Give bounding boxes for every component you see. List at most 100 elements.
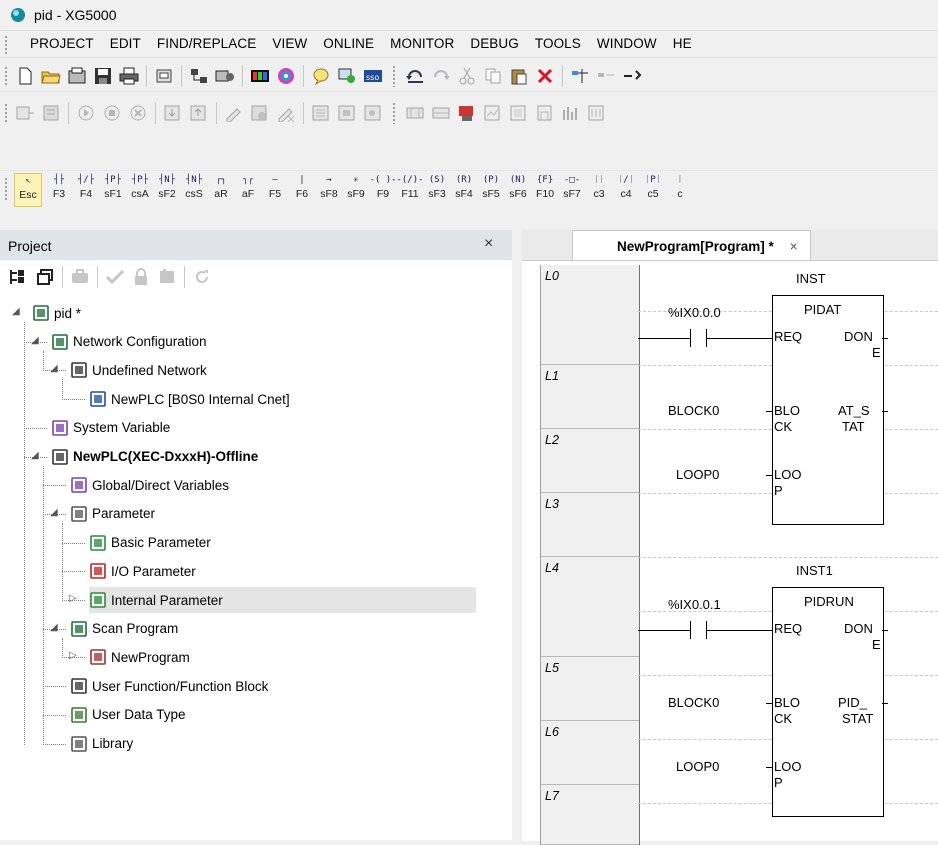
trend-monitor-icon[interactable] — [482, 102, 504, 124]
connect-icon[interactable] — [214, 65, 236, 87]
ladder-canvas[interactable]: INST PIDAT %IX0.0.0 REQ DON E BLOCK0 BLO CK AT_S T… — [638, 265, 938, 845]
tree-item-user-function-function-block[interactable]: User Function/Function Block — [70, 673, 268, 699]
line-number-cell[interactable]: L5 — [541, 657, 639, 721]
io-scan-icon[interactable] — [586, 102, 608, 124]
collapse-arrow-icon[interactable]: ◢ — [12, 306, 20, 317]
fkey-af[interactable]: ┐┌ aF — [235, 173, 261, 205]
comment-icon[interactable] — [310, 65, 332, 87]
variable-monitor-icon[interactable] — [362, 102, 384, 124]
read-icon[interactable] — [188, 102, 210, 124]
plc-connect-icon[interactable] — [40, 102, 62, 124]
user-monitor-icon[interactable] — [336, 65, 358, 87]
line-number-cell[interactable]: L3 — [541, 493, 639, 557]
fkey-f6[interactable]: | F6 — [289, 173, 315, 205]
device-monitor-icon[interactable] — [404, 102, 426, 124]
fkey-sf5[interactable]: (P) sF5 — [478, 173, 504, 205]
collapse-arrow-icon[interactable]: ◢ — [50, 363, 58, 374]
fkey-f4[interactable]: ┤/├ F4 — [73, 173, 99, 205]
line-number-cell[interactable]: L2 — [541, 429, 639, 493]
fkey-esc[interactable]: ↖ Esc — [14, 173, 42, 207]
menu-edit[interactable]: EDIT — [102, 36, 149, 51]
fkey-f11[interactable]: -(/)- F11 — [396, 173, 423, 205]
tree-item-scan-program[interactable]: Scan Program — [70, 616, 178, 642]
special-module-icon[interactable] — [534, 102, 556, 124]
line-number-cell[interactable]: L6 — [541, 721, 639, 785]
fkey-ar[interactable]: ┌┐ aR — [208, 173, 234, 205]
fkey-sf4[interactable]: (R) sF4 — [451, 173, 477, 205]
fkey-f5[interactable]: — F5 — [262, 173, 288, 205]
close-icon[interactable]: × — [484, 235, 493, 253]
network-icon[interactable] — [188, 65, 210, 87]
menu-window[interactable]: WINDOW — [589, 36, 665, 51]
tree-item-network-configuration[interactable]: Network Configuration — [51, 329, 207, 355]
fkey-sf2[interactable]: ┤N├ sF2 — [154, 173, 180, 205]
window-view-icon[interactable] — [34, 266, 56, 288]
fkey-f3[interactable]: ┤├ F3 — [46, 173, 72, 205]
connection-settings-icon[interactable] — [14, 102, 36, 124]
open-folder-icon[interactable] — [40, 65, 62, 87]
tree-item-newprogram[interactable]: NewProgram — [89, 644, 190, 670]
panel-splitter[interactable] — [512, 230, 522, 840]
tree-item-internal-parameter[interactable]: Internal Parameter — [89, 587, 476, 613]
monitor-icon[interactable] — [249, 65, 271, 87]
collapse-arrow-icon[interactable]: ◢ — [31, 450, 39, 461]
tree-item-newplc-b0s0-internal-cnet[interactable]: NewPLC [B0S0 Internal Cnet] — [89, 386, 290, 412]
fkey-sf8[interactable]: → sF8 — [316, 173, 342, 205]
insert-line-icon[interactable] — [569, 65, 591, 87]
tree-item-system-variable[interactable]: System Variable — [51, 415, 170, 441]
line-number-cell[interactable]: L4 — [541, 557, 639, 657]
undo-icon[interactable] — [404, 65, 426, 87]
monitor-stop-icon[interactable] — [336, 102, 358, 124]
tree-item-newplc-xec-dxxxh-offline[interactable]: NewPLC(XEC-DxxxH)-Offline — [51, 444, 258, 470]
delete-icon[interactable] — [534, 65, 556, 87]
line-number-cell[interactable]: L7 — [541, 785, 639, 845]
refresh-icon[interactable] — [191, 266, 213, 288]
color-wheel-icon[interactable] — [275, 65, 297, 87]
online-icon[interactable] — [69, 266, 91, 288]
fkey-f9[interactable]: -( )- F9 — [369, 173, 396, 205]
menu-debug[interactable]: DEBUG — [462, 36, 527, 51]
line-number-cell[interactable]: L1 — [541, 365, 639, 429]
tree-item-i-o-parameter[interactable]: I/O Parameter — [89, 558, 196, 584]
line-number-cell[interactable]: L0 — [541, 265, 639, 365]
fkey-c[interactable]: ᛁc — [667, 173, 693, 205]
monitor-start-icon[interactable] — [310, 102, 332, 124]
write-icon[interactable] — [162, 102, 184, 124]
fkey-c4[interactable]: ᛁ/ᛁ c4 — [613, 173, 639, 205]
io-monitor-icon[interactable] — [430, 102, 452, 124]
menu-monitor[interactable]: MONITOR — [382, 36, 462, 51]
online-write-icon[interactable] — [249, 102, 271, 124]
tree-item-user-data-type[interactable]: User Data Type — [70, 702, 186, 728]
fkey-c5[interactable]: ᛁPᛁ c5 — [640, 173, 666, 205]
paste-icon[interactable] — [508, 65, 530, 87]
module-icon[interactable] — [156, 266, 178, 288]
fkey-f10[interactable]: {F} F10 — [532, 173, 558, 205]
tree-item-pid[interactable]: pid * — [32, 300, 81, 326]
tree-item-global-direct-variables[interactable]: Global/Direct Variables — [70, 472, 229, 498]
cut-icon[interactable] — [456, 65, 478, 87]
tab-newprogram[interactable]: NewProgram[Program] * × — [572, 230, 811, 261]
menu-online[interactable]: ONLINE — [315, 36, 382, 51]
expand-arrow-icon[interactable]: ▷ — [69, 650, 77, 661]
fkey-sf7[interactable]: -□- sF7 — [559, 173, 585, 205]
fkey-sf3[interactable]: (S) sF3 — [424, 173, 450, 205]
project-tree-icon[interactable] — [8, 266, 30, 288]
open-project-icon[interactable] — [66, 65, 88, 87]
menu-view[interactable]: VIEW — [264, 36, 315, 51]
print-icon[interactable] — [118, 65, 140, 87]
close-tab-icon[interactable]: × — [790, 239, 798, 254]
print-preview-icon[interactable] — [153, 65, 175, 87]
insert-cell-icon[interactable] — [595, 65, 617, 87]
collapse-arrow-icon[interactable]: ◢ — [50, 507, 58, 518]
copy-icon[interactable] — [482, 65, 504, 87]
tree-item-library[interactable]: Library — [70, 731, 133, 757]
fkey-sf1[interactable]: ┤P├ sF1 — [100, 173, 126, 205]
ladder-editor[interactable]: L0 L1 L2 L3 L4 L5 L6 L7 INST PIDAT %IX0.0.0 REQ DON… — [522, 260, 938, 845]
fkey-sf6[interactable]: (N) sF6 — [505, 173, 531, 205]
menu-tools[interactable]: TOOLS — [527, 36, 589, 51]
expand-arrow-icon[interactable]: ▷ — [69, 593, 77, 604]
online-cancel-icon[interactable] — [275, 102, 297, 124]
fkey-csa[interactable]: ┤P├ csA — [127, 173, 153, 205]
system-monitor-icon[interactable] — [456, 102, 478, 124]
tree-item-basic-parameter[interactable]: Basic Parameter — [89, 530, 211, 556]
